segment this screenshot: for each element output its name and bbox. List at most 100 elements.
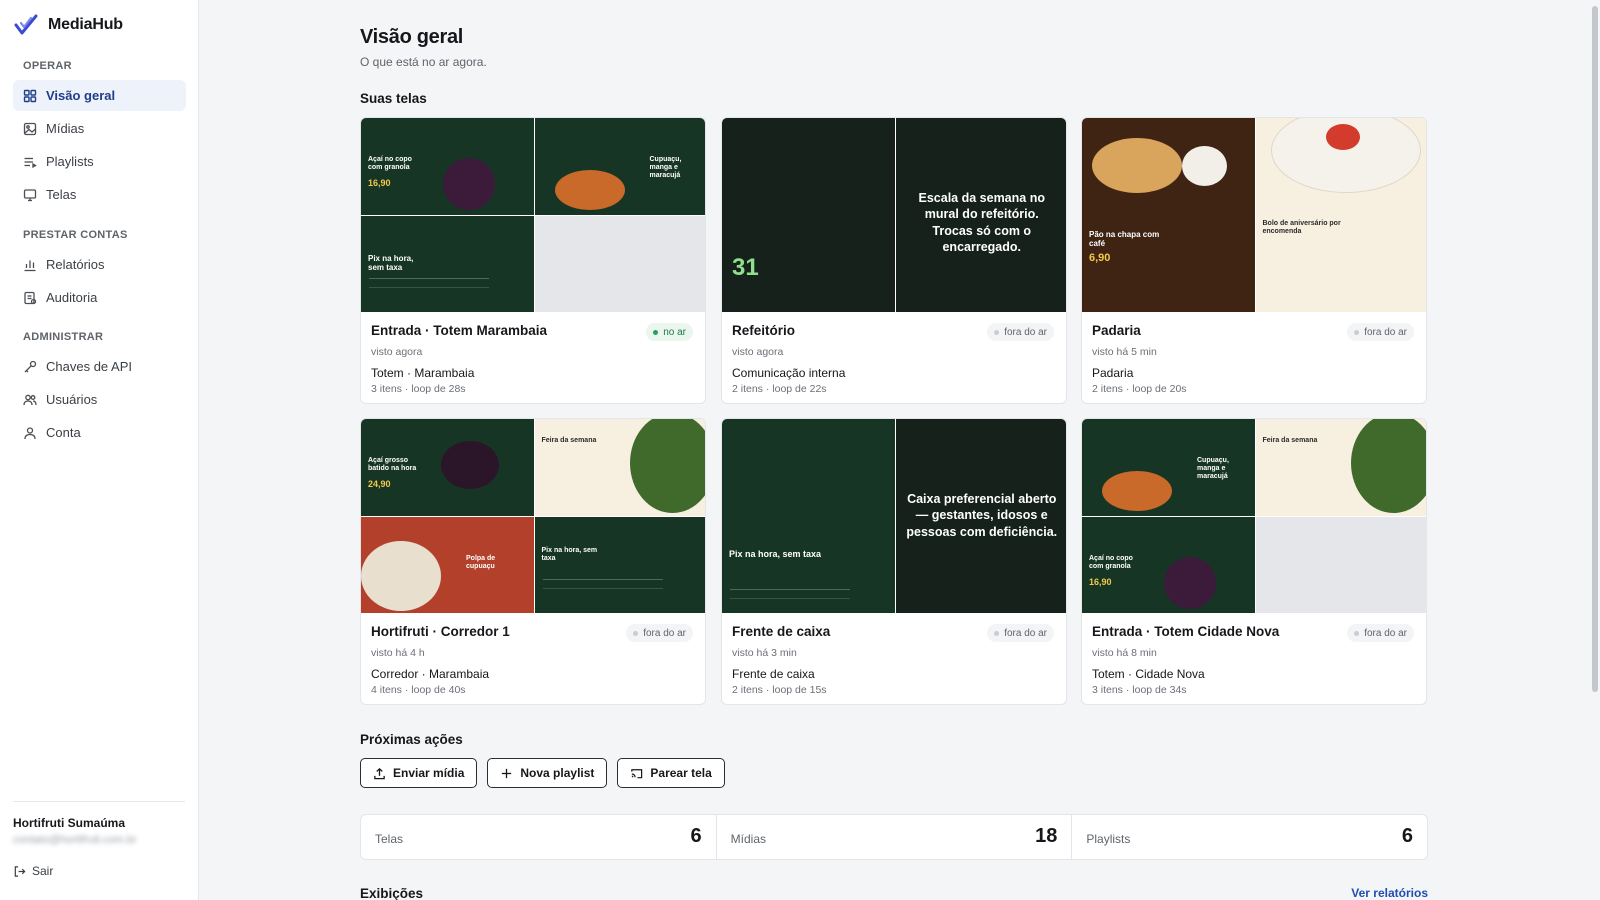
screen-card[interactable]: Pix na hora, sem taxa Caixa preferencial…	[721, 418, 1067, 705]
stat-value: 18	[1035, 825, 1058, 847]
page-title: Visão geral	[360, 26, 464, 48]
screen-name: Padaria	[1092, 323, 1141, 338]
media-tile-empty	[1255, 516, 1426, 613]
new-playlist-button[interactable]: Nova playlist	[487, 758, 608, 788]
sidebar-item-conta[interactable]: Conta	[13, 417, 186, 448]
screen-thumbnail: Pão na chapa com café 6,90 Bolo de anive…	[1082, 118, 1426, 312]
nav-section-operar: OPERAR Visão geral Mídias Playlists Tela…	[0, 58, 199, 212]
image-icon	[23, 122, 37, 135]
screen-thumbnail: 31 Escala da semana no mural do refeitór…	[722, 118, 1066, 312]
stat-playlists[interactable]: Playlists 6	[1072, 815, 1427, 859]
sidebar-item-relatorios[interactable]: Relatórios	[13, 249, 186, 280]
stat-telas[interactable]: Telas 6	[361, 815, 717, 859]
page-scrollbar[interactable]	[1590, 0, 1600, 900]
status-badge: no ar	[646, 323, 693, 341]
sidebar-item-label: Auditoria	[46, 290, 98, 305]
stats-bar: Telas 6 Mídias 18 Playlists 6	[360, 814, 1428, 860]
last-seen: visto agora	[732, 346, 784, 358]
nav-heading: ADMINISTRAR	[23, 331, 104, 343]
stat-label: Mídias	[730, 832, 767, 846]
status-dot-icon	[653, 329, 659, 335]
mediahub-logo-icon	[14, 14, 38, 35]
pair-screen-button[interactable]: Parear tela	[617, 758, 725, 788]
sidebar-item-visao-geral[interactable]: Visão geral	[13, 80, 186, 111]
sidebar-item-label: Playlists	[46, 154, 94, 169]
button-label: Enviar mídia	[393, 766, 465, 780]
media-tile: Bolo de aniversário por encomenda	[1255, 118, 1426, 312]
sidebar-item-label: Usuários	[46, 392, 98, 407]
section-title-suas-telas: Suas telas	[360, 91, 427, 106]
tile-text: Bolo de aniversário por encomenda	[1262, 220, 1341, 236]
playlist-name: Totem · Marambaia	[371, 366, 475, 380]
last-seen: visto há 4 h	[371, 647, 425, 659]
tile-text: Pix na hora, sem taxa	[368, 253, 414, 272]
screen-card[interactable]: Cupuaçu, manga e maracujá Feira da seman…	[1081, 418, 1427, 705]
sidebar-item-playlists[interactable]: Playlists	[13, 146, 186, 177]
last-seen: visto há 5 min	[1092, 346, 1157, 358]
sidebar-item-chaves-api[interactable]: Chaves de API	[13, 351, 186, 382]
screen-name: Entrada · Totem Cidade Nova	[1092, 624, 1280, 639]
status-badge: fora do ar	[987, 323, 1054, 341]
brand[interactable]: MediaHub	[14, 14, 123, 36]
logout-button[interactable]: Sair	[13, 864, 53, 878]
view-reports-link[interactable]: Ver relatórios	[1351, 886, 1428, 900]
status-badge: fora do ar	[1347, 323, 1414, 341]
last-seen: visto agora	[371, 346, 423, 358]
screen-card[interactable]: Pão na chapa com café 6,90 Bolo de anive…	[1081, 117, 1427, 404]
stat-value: 6	[1401, 825, 1414, 847]
status-badge: fora do ar	[1347, 624, 1414, 642]
status-text: fora do ar	[1364, 326, 1407, 338]
page-subtitle: O que está no ar agora.	[360, 55, 487, 69]
tile-text: Açaí no copo com granola	[368, 156, 412, 172]
sidebar-item-telas[interactable]: Telas	[13, 179, 186, 210]
media-tile: Pix na hora, sem taxa	[722, 419, 895, 613]
status-text: fora do ar	[1364, 627, 1407, 639]
nav-section-prestar-contas: PRESTAR CONTAS Relatórios Auditoria	[0, 227, 199, 315]
playlist-name: Frente de caixa	[732, 667, 815, 681]
grid-icon	[23, 89, 37, 102]
tile-text: Cupuaçu, manga e maracujá	[1197, 457, 1229, 481]
papaya-image	[1102, 471, 1172, 511]
playlist-name: Corredor · Marambaia	[371, 667, 490, 681]
sidebar-item-label: Chaves de API	[46, 359, 132, 374]
card-body: Frente de caixa fora do ar visto há 3 mi…	[722, 613, 1066, 704]
screen-card[interactable]: 31 Escala da semana no mural do refeitór…	[721, 117, 1067, 404]
media-tile: 31	[722, 118, 895, 312]
sidebar-item-midias[interactable]: Mídias	[13, 113, 186, 144]
last-seen: visto há 3 min	[732, 647, 797, 659]
card-body: Refeitório fora do ar visto agora Comuni…	[722, 312, 1066, 403]
stat-label: Playlists	[1086, 832, 1131, 846]
screen-card[interactable]: Açaí no copo com granola 16,90 Cupuaçu, …	[360, 117, 706, 404]
stat-midias[interactable]: Mídias 18	[717, 815, 1073, 859]
playlist-meta: 3 itens · loop de 34s	[1092, 684, 1187, 696]
status-badge: fora do ar	[626, 624, 693, 642]
button-label: Nova playlist	[520, 766, 595, 780]
upload-media-button[interactable]: Enviar mídia	[360, 758, 478, 788]
status-dot-icon	[994, 630, 1000, 636]
media-tile: Pix na hora, sem taxa	[534, 516, 705, 613]
sidebar-item-auditoria[interactable]: Auditoria	[13, 282, 186, 313]
tile-text: Açaí grosso batido na hora	[368, 457, 417, 473]
playlist-meta: 2 itens · loop de 20s	[1092, 383, 1187, 395]
media-tile-empty	[534, 215, 705, 312]
users-icon	[23, 394, 37, 405]
stat-label: Telas	[375, 832, 404, 846]
logout-icon	[14, 865, 26, 877]
sidebar-item-usuarios[interactable]: Usuários	[13, 384, 186, 415]
sidebar-item-label: Conta	[46, 425, 81, 440]
playlist-name: Comunicação interna	[732, 366, 846, 380]
list-icon	[24, 157, 37, 168]
sidebar-item-label: Mídias	[46, 121, 85, 136]
scrollbar-thumb[interactable]	[1592, 6, 1598, 692]
card-body: Entrada · Totem Marambaia no ar visto ag…	[361, 312, 705, 403]
coffee-cup-image	[1182, 146, 1227, 186]
key-icon	[24, 360, 37, 372]
tile-text: Cupuaçu, manga e maracujá	[649, 156, 682, 180]
screen-card[interactable]: Açaí grosso batido na hora 24,90 Feira d…	[360, 418, 706, 705]
media-tile: Açaí no copo com granola 16,90	[1082, 516, 1255, 613]
tile-lines	[542, 579, 663, 589]
audit-icon	[24, 291, 37, 304]
tile-price: 6,90	[1089, 252, 1111, 264]
section-title-exibicoes: Exibições	[360, 886, 424, 900]
strawberry-image	[1325, 124, 1360, 150]
